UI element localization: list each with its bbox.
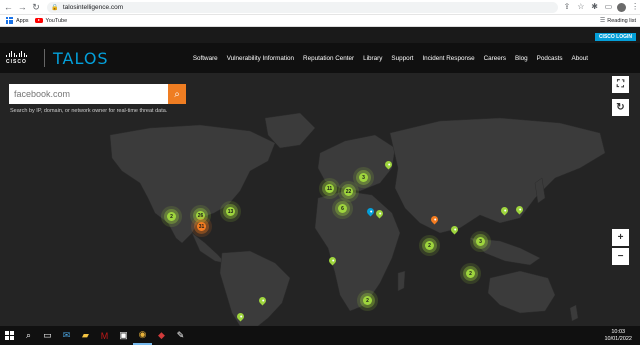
extensions-icon[interactable]: ✱ xyxy=(590,2,600,12)
lock-icon: 🔒 xyxy=(51,4,59,11)
back-icon[interactable]: ← xyxy=(3,2,14,13)
windows-taskbar: ⌕ ▭ ✉ ▰ M ▣ ◉ ◆ ✎ 10:03 10/01/2022 xyxy=(0,326,640,345)
nav-careers[interactable]: Careers xyxy=(484,55,506,62)
madagascar-shape xyxy=(397,270,406,292)
threat-cluster[interactable]: 11 xyxy=(325,184,334,193)
notes-icon[interactable]: ✎ xyxy=(171,326,190,345)
nav-about[interactable]: About xyxy=(572,55,588,62)
nav-blog[interactable]: Blog xyxy=(515,55,528,62)
nav-incident-response[interactable]: Incident Response xyxy=(422,55,474,62)
url-text: talosintelligence.com xyxy=(62,3,124,11)
nav-vulnerability-information[interactable]: Vulnerability Information xyxy=(227,55,294,62)
main-nav: Software Vulnerability Information Reput… xyxy=(184,55,588,62)
bookmark-star-icon[interactable]: ☆ xyxy=(576,2,586,12)
utility-bar: CISCO LOGIN xyxy=(0,27,640,43)
bookmark-youtube[interactable]: YouTube xyxy=(34,17,68,24)
nav-library[interactable]: Library xyxy=(363,55,382,62)
cisco-wordmark: CISCO xyxy=(6,59,27,65)
search-bar: ⌕ xyxy=(9,84,186,104)
threat-cluster[interactable]: 3 xyxy=(359,173,368,182)
threat-cluster[interactable]: 2 xyxy=(466,269,475,278)
talos-logo[interactable]: TALOS xyxy=(53,49,109,68)
youtube-icon xyxy=(34,18,43,23)
zoom-out-icon: − xyxy=(617,251,624,262)
bookmark-label: Apps xyxy=(16,17,29,24)
fullscreen-button[interactable]: ⛶ xyxy=(612,76,629,93)
mcafee-icon[interactable]: M xyxy=(95,326,114,345)
reading-list-label: Reading list xyxy=(607,17,636,24)
windows-logo-icon xyxy=(5,331,14,340)
search-button[interactable]: ⌕ xyxy=(168,84,186,104)
logo-divider xyxy=(44,49,45,67)
search-icon: ⌕ xyxy=(174,88,180,100)
central-america-shape xyxy=(191,232,226,264)
reset-icon: ↻ xyxy=(616,102,625,113)
nav-support[interactable]: Support xyxy=(391,55,413,62)
forward-icon[interactable]: → xyxy=(17,2,28,13)
threat-cluster[interactable]: 6 xyxy=(338,204,347,213)
tab-search-icon[interactable]: ▭ xyxy=(604,2,614,12)
nav-software[interactable]: Software xyxy=(193,55,218,62)
bookmarks-bar: Apps YouTube ☰ Reading list xyxy=(0,15,640,27)
cisco-logo[interactable]: CISCO xyxy=(6,51,36,65)
reset-view-button[interactable]: ↻ xyxy=(612,99,629,116)
profile-avatar[interactable] xyxy=(617,2,627,12)
site-header: CISCO TALOS Software Vulnerability Infor… xyxy=(0,43,640,73)
threat-cluster[interactable]: 31 xyxy=(197,222,206,231)
search-input[interactable] xyxy=(9,84,168,104)
chrome-icon[interactable]: ◉ xyxy=(133,326,152,345)
task-view-icon[interactable]: ▭ xyxy=(38,326,57,345)
reading-list-icon: ☰ xyxy=(599,18,606,24)
address-bar[interactable]: 🔒 talosintelligence.com xyxy=(47,1,559,13)
nav-reputation-center[interactable]: Reputation Center xyxy=(303,55,354,62)
threat-cluster[interactable]: 3 xyxy=(476,237,485,246)
new-zealand-shape xyxy=(569,304,579,322)
zoom-in-icon: + xyxy=(617,232,624,243)
threat-cluster[interactable]: 22 xyxy=(344,187,353,196)
threat-cluster[interactable]: 2 xyxy=(167,212,176,221)
fullscreen-icon: ⛶ xyxy=(617,79,624,90)
africa-shape xyxy=(314,190,401,312)
menu-kebab-icon[interactable]: ⋮ xyxy=(630,2,640,12)
nav-podcasts[interactable]: Podcasts xyxy=(537,55,563,62)
north-america-shape xyxy=(109,124,276,244)
bookmark-apps[interactable]: Apps xyxy=(6,17,29,24)
threat-cluster[interactable]: 26 xyxy=(196,211,205,220)
south-america-shape xyxy=(219,250,291,326)
app-icon[interactable]: ◆ xyxy=(152,326,171,345)
clock-time: 10:03 xyxy=(611,328,626,335)
terminal-icon[interactable]: ▣ xyxy=(114,326,133,345)
cisco-bars-icon xyxy=(6,51,36,57)
reading-list-button[interactable]: ☰ Reading list xyxy=(599,17,636,25)
threat-cluster[interactable]: 2 xyxy=(363,296,372,305)
start-button[interactable] xyxy=(0,326,19,345)
reload-icon[interactable]: ↻ xyxy=(31,2,42,13)
threat-cluster[interactable]: 13 xyxy=(226,207,235,216)
browser-toolbar: ← → ↻ 🔒 talosintelligence.com ⇪ ☆ ✱ ▭ ⋮ xyxy=(0,0,640,15)
file-explorer-icon[interactable]: ▰ xyxy=(76,326,95,345)
bookmark-label: YouTube xyxy=(45,17,68,24)
threat-cluster[interactable]: 2 xyxy=(425,241,434,250)
mail-icon[interactable]: ✉ xyxy=(57,326,76,345)
zoom-out-button[interactable]: − xyxy=(612,248,629,265)
search-hint: Search by IP, domain, or network owner f… xyxy=(10,108,168,114)
share-icon[interactable]: ⇪ xyxy=(562,2,572,12)
threat-map[interactable]: ⌕ Search by IP, domain, or network owner… xyxy=(0,73,640,326)
zoom-in-button[interactable]: + xyxy=(612,229,629,246)
clock-date: 10/01/2022 xyxy=(604,335,632,342)
cisco-login-button[interactable]: CISCO LOGIN xyxy=(594,33,636,41)
system-clock[interactable]: 10:03 10/01/2022 xyxy=(604,329,632,343)
europe-shape xyxy=(317,134,396,192)
apps-grid-icon xyxy=(6,17,13,24)
asia-shape xyxy=(389,117,606,234)
search-taskbar-icon[interactable]: ⌕ xyxy=(19,326,38,345)
australia-shape xyxy=(487,270,556,314)
